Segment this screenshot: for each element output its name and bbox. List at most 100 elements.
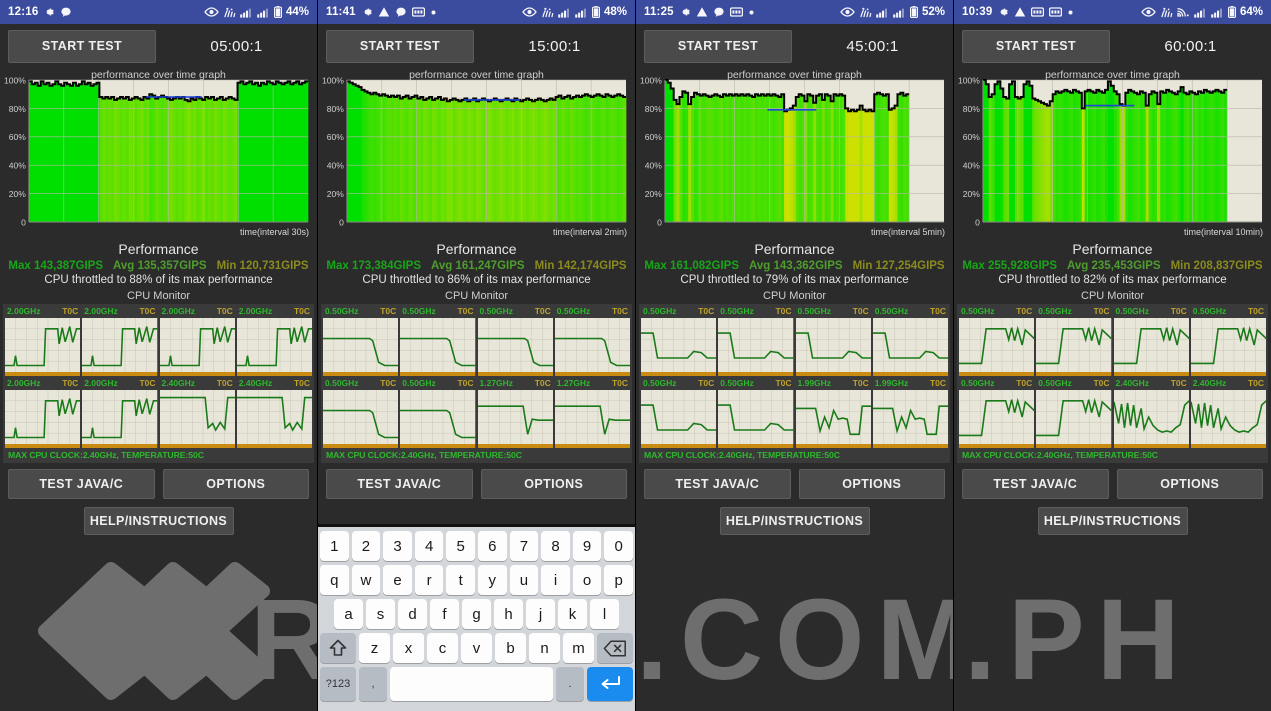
- warning-icon: [1014, 6, 1026, 18]
- options-button[interactable]: OPTIONS: [480, 469, 627, 499]
- key-w[interactable]: w: [351, 565, 381, 595]
- key-z[interactable]: z: [359, 633, 390, 663]
- performance-graph: 100% 80% 60% 40% 20% 0 performance over time …: [0, 68, 317, 238]
- start-test-button[interactable]: START TEST: [326, 29, 474, 63]
- options-button[interactable]: OPTIONS: [1116, 469, 1263, 499]
- key-j[interactable]: j: [526, 599, 555, 629]
- help-instructions-button[interactable]: HELP/INSTRUCTIONS: [83, 507, 234, 535]
- key-i[interactable]: i: [541, 565, 570, 595]
- gear-icon: [43, 6, 55, 18]
- watermark: R: [0, 551, 317, 711]
- test-java-c-button[interactable]: TEST JAVA/C: [962, 469, 1109, 499]
- key-shift[interactable]: [320, 633, 356, 663]
- performance-graph: 100% 80% 60% 40% 20% 0 performance over time …: [636, 68, 953, 238]
- key-4[interactable]: 4: [414, 531, 444, 561]
- key-n[interactable]: n: [529, 633, 560, 663]
- key-x[interactable]: x: [393, 633, 424, 663]
- cpu-core-4: 0.50GHz T0C: [323, 378, 399, 448]
- key-o[interactable]: o: [572, 565, 602, 595]
- warning-icon: [378, 6, 390, 18]
- key-e[interactable]: e: [383, 565, 412, 595]
- options-button[interactable]: OPTIONS: [162, 469, 309, 499]
- card-icon: [1049, 7, 1063, 17]
- key-1[interactable]: 1: [320, 531, 349, 561]
- graph-x-axis-label: time(interval 10min): [1183, 227, 1263, 237]
- key-backspace[interactable]: [597, 633, 633, 663]
- help-instructions-button[interactable]: HELP/INSTRUCTIONS: [719, 507, 870, 535]
- key-9[interactable]: 9: [572, 531, 602, 561]
- test-java-c-button[interactable]: TEST JAVA/C: [326, 469, 473, 499]
- key-symbols[interactable]: ?123: [320, 667, 356, 701]
- graph-x-axis-label: time(interval 2min): [552, 227, 627, 237]
- key-f[interactable]: f: [430, 599, 459, 629]
- help-instructions-button[interactable]: HELP/INSTRUCTIONS: [1037, 507, 1188, 535]
- svg-text:80%: 80%: [9, 104, 27, 114]
- performance-summary: Performance Max 255,928GIPS Avg 235,453G…: [954, 238, 1271, 286]
- on-screen-keyboard[interactable]: 1234567890 qwertyuiop asdfghjkl zxcvbnm ?12…: [318, 524, 635, 711]
- key-6[interactable]: 6: [478, 531, 507, 561]
- test-timer: 60:00:1: [1164, 37, 1217, 55]
- key-m[interactable]: m: [563, 633, 594, 663]
- key-2[interactable]: 2: [351, 531, 381, 561]
- start-test-button[interactable]: START TEST: [8, 29, 156, 63]
- key-7[interactable]: 7: [509, 531, 539, 561]
- key-3[interactable]: 3: [383, 531, 412, 561]
- key-d[interactable]: d: [398, 599, 427, 629]
- help-row: HELP/INSTRUCTIONS: [636, 499, 953, 535]
- cpu-core-panel: 0.50GHz T0C 0.50GHz T0C 0.50GHz T0C 0.50…: [957, 304, 1268, 463]
- performance-label: Performance: [754, 241, 835, 257]
- eye-icon: [840, 7, 855, 17]
- svg-text:80%: 80%: [327, 104, 345, 114]
- svg-text:100%: 100%: [4, 75, 26, 85]
- top-controls: START TEST 05:00:1: [0, 24, 317, 68]
- eye-icon: [1141, 7, 1156, 17]
- key-space[interactable]: [390, 667, 553, 701]
- key-r[interactable]: r: [414, 565, 444, 595]
- test-java-c-button[interactable]: TEST JAVA/C: [8, 469, 155, 499]
- key-y[interactable]: y: [478, 565, 507, 595]
- key-comma[interactable]: ,: [359, 667, 387, 701]
- key-a[interactable]: a: [334, 599, 363, 629]
- cpu-core-7: 2.40GHz T0C: [1190, 378, 1266, 448]
- cpu-core-panel: 0.50GHz T0C 0.50GHz T0C 0.50GHz T0C 0.50…: [321, 304, 632, 463]
- key-enter[interactable]: [587, 667, 633, 701]
- battery-percent: 52%: [921, 6, 945, 18]
- key-5[interactable]: 5: [446, 531, 475, 561]
- performance-values: Max 255,928GIPS Avg 235,453GIPS Min 208,…: [954, 260, 1271, 272]
- cpu-monitor: CPU Monitor 2.00GHz T0C 2.00GHz T0C 2.00…: [0, 290, 317, 463]
- key-k[interactable]: k: [558, 599, 587, 629]
- cpu-core-2: 0.50GHz T0C: [477, 306, 553, 376]
- key-c[interactable]: c: [427, 633, 458, 663]
- cpu-core-panel: 0.50GHz T0C 0.50GHz T0C 0.50GHz T0C 0.50…: [639, 304, 950, 463]
- test-timer: 15:00:1: [528, 37, 581, 55]
- vpn-icon: [859, 7, 872, 18]
- min-gips: Min 120,731GIPS: [216, 260, 309, 272]
- card-icon: [729, 7, 743, 17]
- cpu-monitor: CPU Monitor 0.50GHz T0C 0.50GHz T0C 0.50…: [636, 290, 953, 463]
- key-period[interactable]: .: [556, 667, 584, 701]
- key-s[interactable]: s: [366, 599, 395, 629]
- watermark: .COM: [636, 551, 953, 711]
- key-p[interactable]: p: [604, 565, 633, 595]
- svg-text:60%: 60%: [645, 132, 663, 142]
- card-icon: [411, 7, 425, 17]
- options-button[interactable]: OPTIONS: [798, 469, 945, 499]
- vpn-icon: [541, 7, 554, 18]
- key-b[interactable]: b: [495, 633, 526, 663]
- cpu-core-2: 2.00GHz T0C: [159, 306, 235, 376]
- cpu-core-0: 0.50GHz T0C: [323, 306, 399, 376]
- key-q[interactable]: q: [320, 565, 349, 595]
- key-l[interactable]: l: [590, 599, 619, 629]
- test-java-c-button[interactable]: TEST JAVA/C: [644, 469, 791, 499]
- key-g[interactable]: g: [462, 599, 491, 629]
- key-8[interactable]: 8: [541, 531, 570, 561]
- start-test-button[interactable]: START TEST: [644, 29, 792, 63]
- status-bar-left: 11:25: [644, 6, 755, 18]
- key-0[interactable]: 0: [604, 531, 633, 561]
- key-v[interactable]: v: [461, 633, 492, 663]
- key-t[interactable]: t: [446, 565, 475, 595]
- key-u[interactable]: u: [509, 565, 539, 595]
- start-test-button[interactable]: START TEST: [962, 29, 1110, 63]
- key-h[interactable]: h: [494, 599, 523, 629]
- svg-text:60%: 60%: [963, 132, 981, 142]
